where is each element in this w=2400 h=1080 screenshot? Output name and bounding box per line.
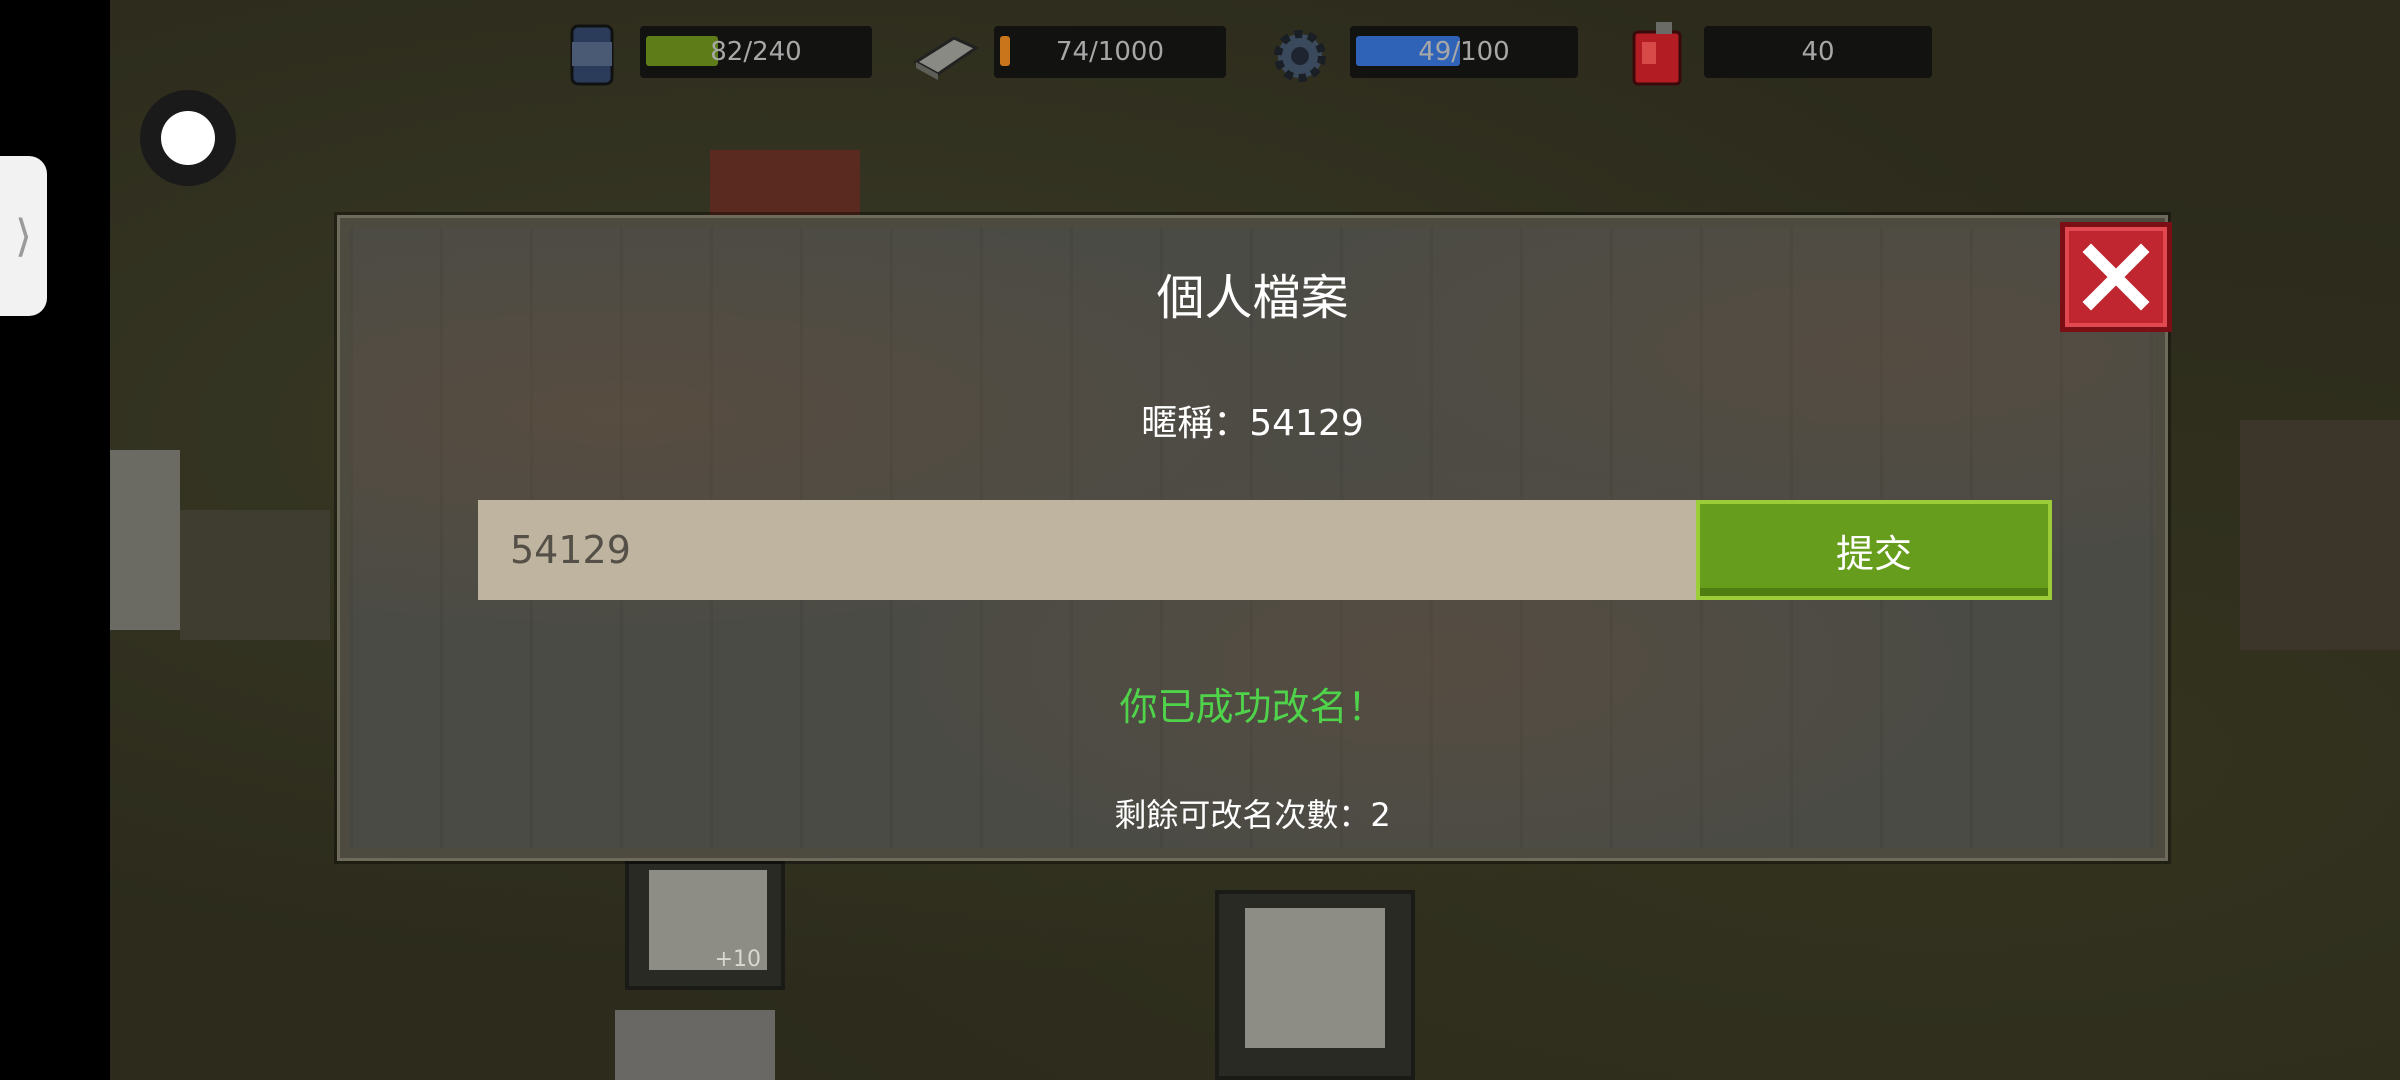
nickname-input[interactable] <box>478 500 1698 600</box>
close-button[interactable] <box>2060 222 2172 332</box>
food-bar: 82/240 <box>640 26 872 78</box>
scene-building-left <box>110 450 180 630</box>
submit-button[interactable]: 提交 <box>1696 500 2052 600</box>
food-bar-text: 82/240 <box>710 37 802 67</box>
success-message: 你已成功改名！ <box>1119 685 1386 729</box>
gear-icon <box>1270 26 1330 90</box>
nickname-display: 暱稱：54129 <box>1141 403 1364 444</box>
record-button[interactable] <box>140 90 236 186</box>
item-count: +10 <box>714 947 761 972</box>
material-bar: 74/1000 <box>994 26 1226 78</box>
parts-bar: 49/100 <box>1350 26 1578 78</box>
fuel-counter: 40 <box>1704 26 1932 78</box>
plank-icon <box>910 32 980 86</box>
weapon-slot[interactable] <box>1215 890 1415 1080</box>
profile-dialog: 個人檔案 暱稱：54129 提交 你已成功改名！ 剩餘可改名次數：2 <box>337 215 2172 861</box>
weapon-image <box>1245 908 1385 1048</box>
food-bar-fill <box>646 36 718 66</box>
close-icon <box>2082 243 2150 311</box>
material-bar-fill <box>1000 36 1010 66</box>
inventory-slot[interactable]: +10 <box>625 860 785 990</box>
fuel-counter-text: 40 <box>1801 37 1835 67</box>
scene-crates <box>180 510 330 640</box>
scene-building-right <box>2240 420 2400 650</box>
scene-red-structure <box>710 150 860 220</box>
resource-hud: 82/240 74/1000 49/100 40 <box>0 10 2400 86</box>
remaining-renames: 剩餘可改名次數：2 <box>1114 796 1391 834</box>
side-panel-tab[interactable]: ⟩ <box>0 156 47 316</box>
fuel-can-icon <box>1630 20 1684 90</box>
dialog-title: 個人檔案 <box>1156 270 1349 326</box>
can-icon <box>568 24 616 90</box>
parts-bar-text: 49/100 <box>1418 37 1510 67</box>
scene-fence <box>615 1010 775 1080</box>
material-bar-text: 74/1000 <box>1055 37 1164 67</box>
